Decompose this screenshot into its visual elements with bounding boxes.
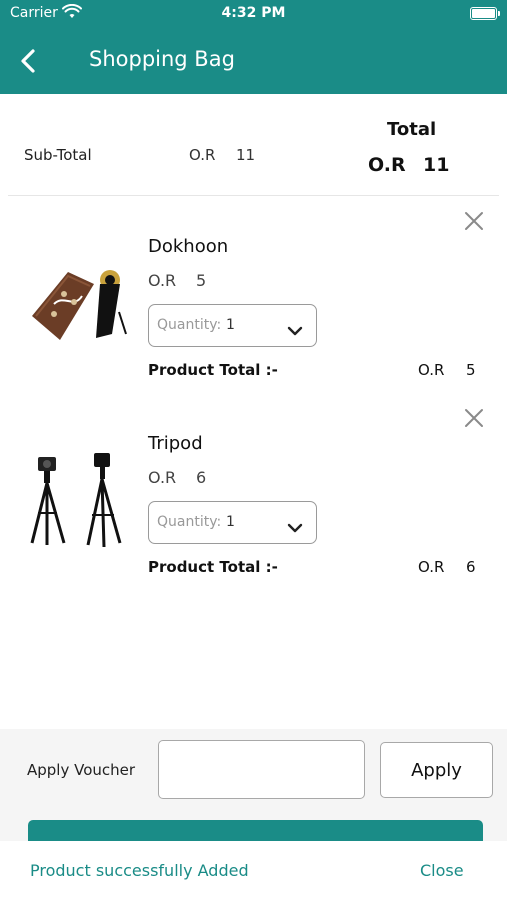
product-total-value: 6 — [466, 558, 476, 576]
nav-bar: Shopping Bag — [0, 28, 507, 94]
subtotal-value: 11 — [236, 146, 256, 164]
product-image — [24, 254, 136, 354]
status-time: 4:32 PM — [221, 5, 286, 21]
chevron-left-icon[interactable] — [16, 46, 42, 76]
product-total-currency: O.R — [418, 361, 445, 379]
product-total-currency: O.R — [418, 558, 445, 576]
quantity-value: 1 — [226, 317, 235, 333]
toast-notification: Product successfully Added Close — [0, 841, 507, 900]
quantity-value: 1 — [226, 514, 235, 530]
product-total-value: 5 — [466, 361, 476, 379]
product-price-value: 6 — [196, 468, 207, 487]
page-title: Shopping Bag — [89, 47, 235, 71]
product-name: Tripod — [148, 433, 203, 454]
product-price-value: 5 — [196, 271, 207, 290]
subtotal-currency: O.R — [189, 146, 216, 164]
quantity-label: Quantity: — [157, 514, 222, 530]
total-value: 11 — [423, 154, 450, 176]
product-name: Dokhoon — [148, 236, 229, 257]
product-image — [24, 451, 136, 551]
close-icon[interactable] — [463, 407, 485, 429]
quantity-dropdown[interactable]: Quantity: 1 — [148, 501, 317, 544]
apply-button[interactable]: Apply — [380, 742, 493, 798]
chevron-down-icon — [287, 518, 303, 533]
order-summary: Sub-Total O.R 11 Total O.R 11 — [0, 94, 507, 194]
total-currency: O.R — [368, 154, 406, 176]
cart-item: Tripod O.R 6 Quantity: 1 Product Total :… — [0, 393, 507, 583]
product-total-label: Product Total :- — [148, 558, 278, 576]
product-total-label: Product Total :- — [148, 361, 278, 379]
subtotal-label: Sub-Total — [24, 146, 92, 164]
product-price-currency: O.R — [148, 271, 177, 290]
cart-item: Dokhoon O.R 5 Quantity: 1 Product Total … — [0, 196, 507, 386]
quantity-label: Quantity: — [157, 317, 222, 333]
voucher-label: Apply Voucher — [27, 761, 136, 779]
product-price-currency: O.R — [148, 468, 177, 487]
close-icon[interactable] — [463, 210, 485, 232]
voucher-input[interactable] — [158, 740, 365, 799]
toast-close-button[interactable]: Close — [420, 861, 464, 880]
total-label: Total — [387, 119, 437, 140]
toast-message: Product successfully Added — [30, 861, 249, 880]
chevron-down-icon — [287, 321, 303, 336]
battery-icon — [470, 7, 500, 20]
quantity-dropdown[interactable]: Quantity: 1 — [148, 304, 317, 347]
status-bar: Carrier 4:32 PM — [0, 0, 507, 28]
